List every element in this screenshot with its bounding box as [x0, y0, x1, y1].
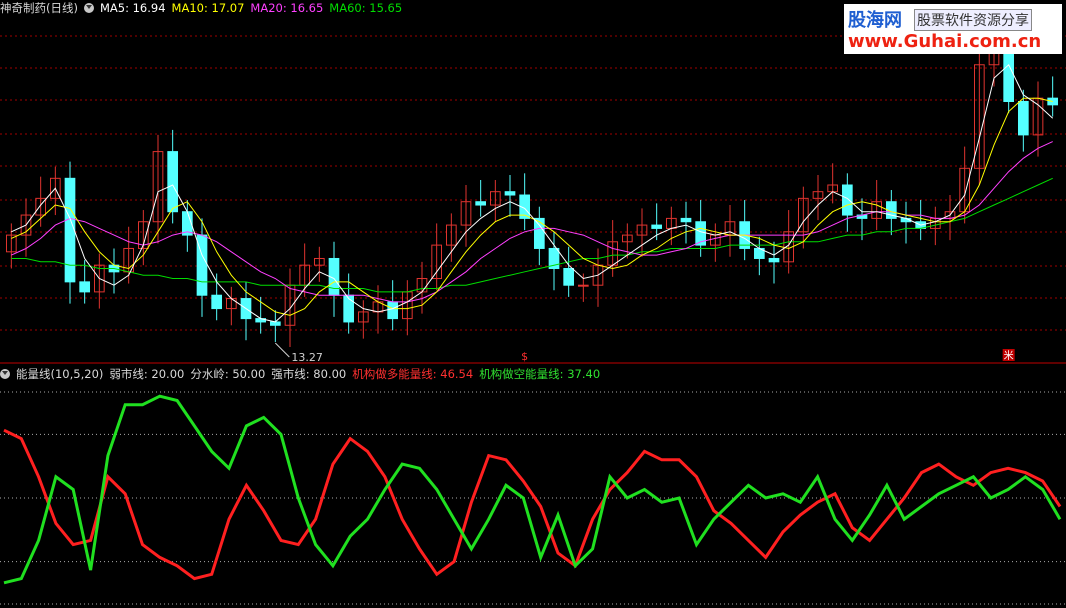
stock-title: 神奇制药(日线) [0, 1, 78, 15]
watermark-subtitle: 股票软件资源分享 [914, 9, 1032, 31]
energy-indicator-series [3, 394, 1062, 585]
bull-energy-line [3, 428, 1062, 581]
signal-mark: 米 [1004, 349, 1014, 362]
candle-body [504, 191, 516, 196]
watershed-label: 分水岭: 50.00 [190, 367, 266, 381]
price-grid [0, 35, 1066, 364]
candle-body [533, 217, 545, 249]
low-price-label: 13.27 [291, 351, 323, 364]
candle-body [167, 151, 179, 213]
signal-mark: $ [521, 350, 528, 363]
candle-body [64, 177, 76, 283]
main-chart-header: 神奇制药(日线) MA5: 16.94 MA10: 17.07 MA20: 16… [0, 0, 402, 16]
candle-body [1017, 101, 1029, 136]
strong-line-label: 强市线: 80.00 [271, 367, 347, 381]
chevron-down-icon[interactable] [83, 3, 94, 13]
low-pointer [274, 342, 290, 358]
candlestick-series [5, 19, 1059, 347]
watermark-logo: 股海网 股票软件资源分享 www.Guhai.com.cn [844, 4, 1062, 54]
indicator-header: 能量线(10,5,20) 弱市线: 20.00 分水岭: 50.00 强市线: … [0, 366, 600, 382]
ma20-label: MA20: 16.65 [250, 1, 324, 15]
candle-body [563, 268, 575, 286]
candle-body [680, 217, 692, 223]
candle-body [211, 294, 223, 310]
bear-energy-line [3, 394, 1062, 585]
watermark-title: 股海网 [848, 10, 902, 31]
candle-body [387, 301, 399, 320]
chart-canvas[interactable]: 13.27 $ 米 [0, 0, 1066, 608]
bear-energy-label: 机构做空能量线: 37.40 [479, 367, 601, 381]
indicator-grid [0, 391, 1066, 605]
candle-body [343, 294, 355, 323]
candle-body [651, 224, 663, 229]
indicator-name: 能量线(10,5,20) [16, 367, 104, 381]
candle-body [269, 321, 281, 326]
candle-body [577, 284, 589, 287]
kline-chart-window: 13.27 $ 米 神奇制药(日线) MA5: 16.94 MA10: 17.07 … [0, 0, 1066, 608]
bull-energy-label: 机构做多能量线: 46.54 [352, 367, 474, 381]
ma60-label: MA60: 15.65 [329, 1, 403, 15]
candle-body [768, 257, 780, 263]
candle-body [841, 184, 853, 216]
ma5-label: MA5: 16.94 [99, 1, 166, 15]
ma10-label: MA10: 17.07 [171, 1, 245, 15]
weak-line-label: 弱市线: 20.00 [109, 367, 185, 381]
watermark-url: www.Guhai.com.cn [848, 31, 1042, 52]
chevron-down-icon[interactable] [0, 369, 10, 379]
candle-body [475, 201, 487, 206]
candle-body [79, 281, 91, 293]
chart-annotations: 13.27 $ 米 [274, 342, 1015, 364]
